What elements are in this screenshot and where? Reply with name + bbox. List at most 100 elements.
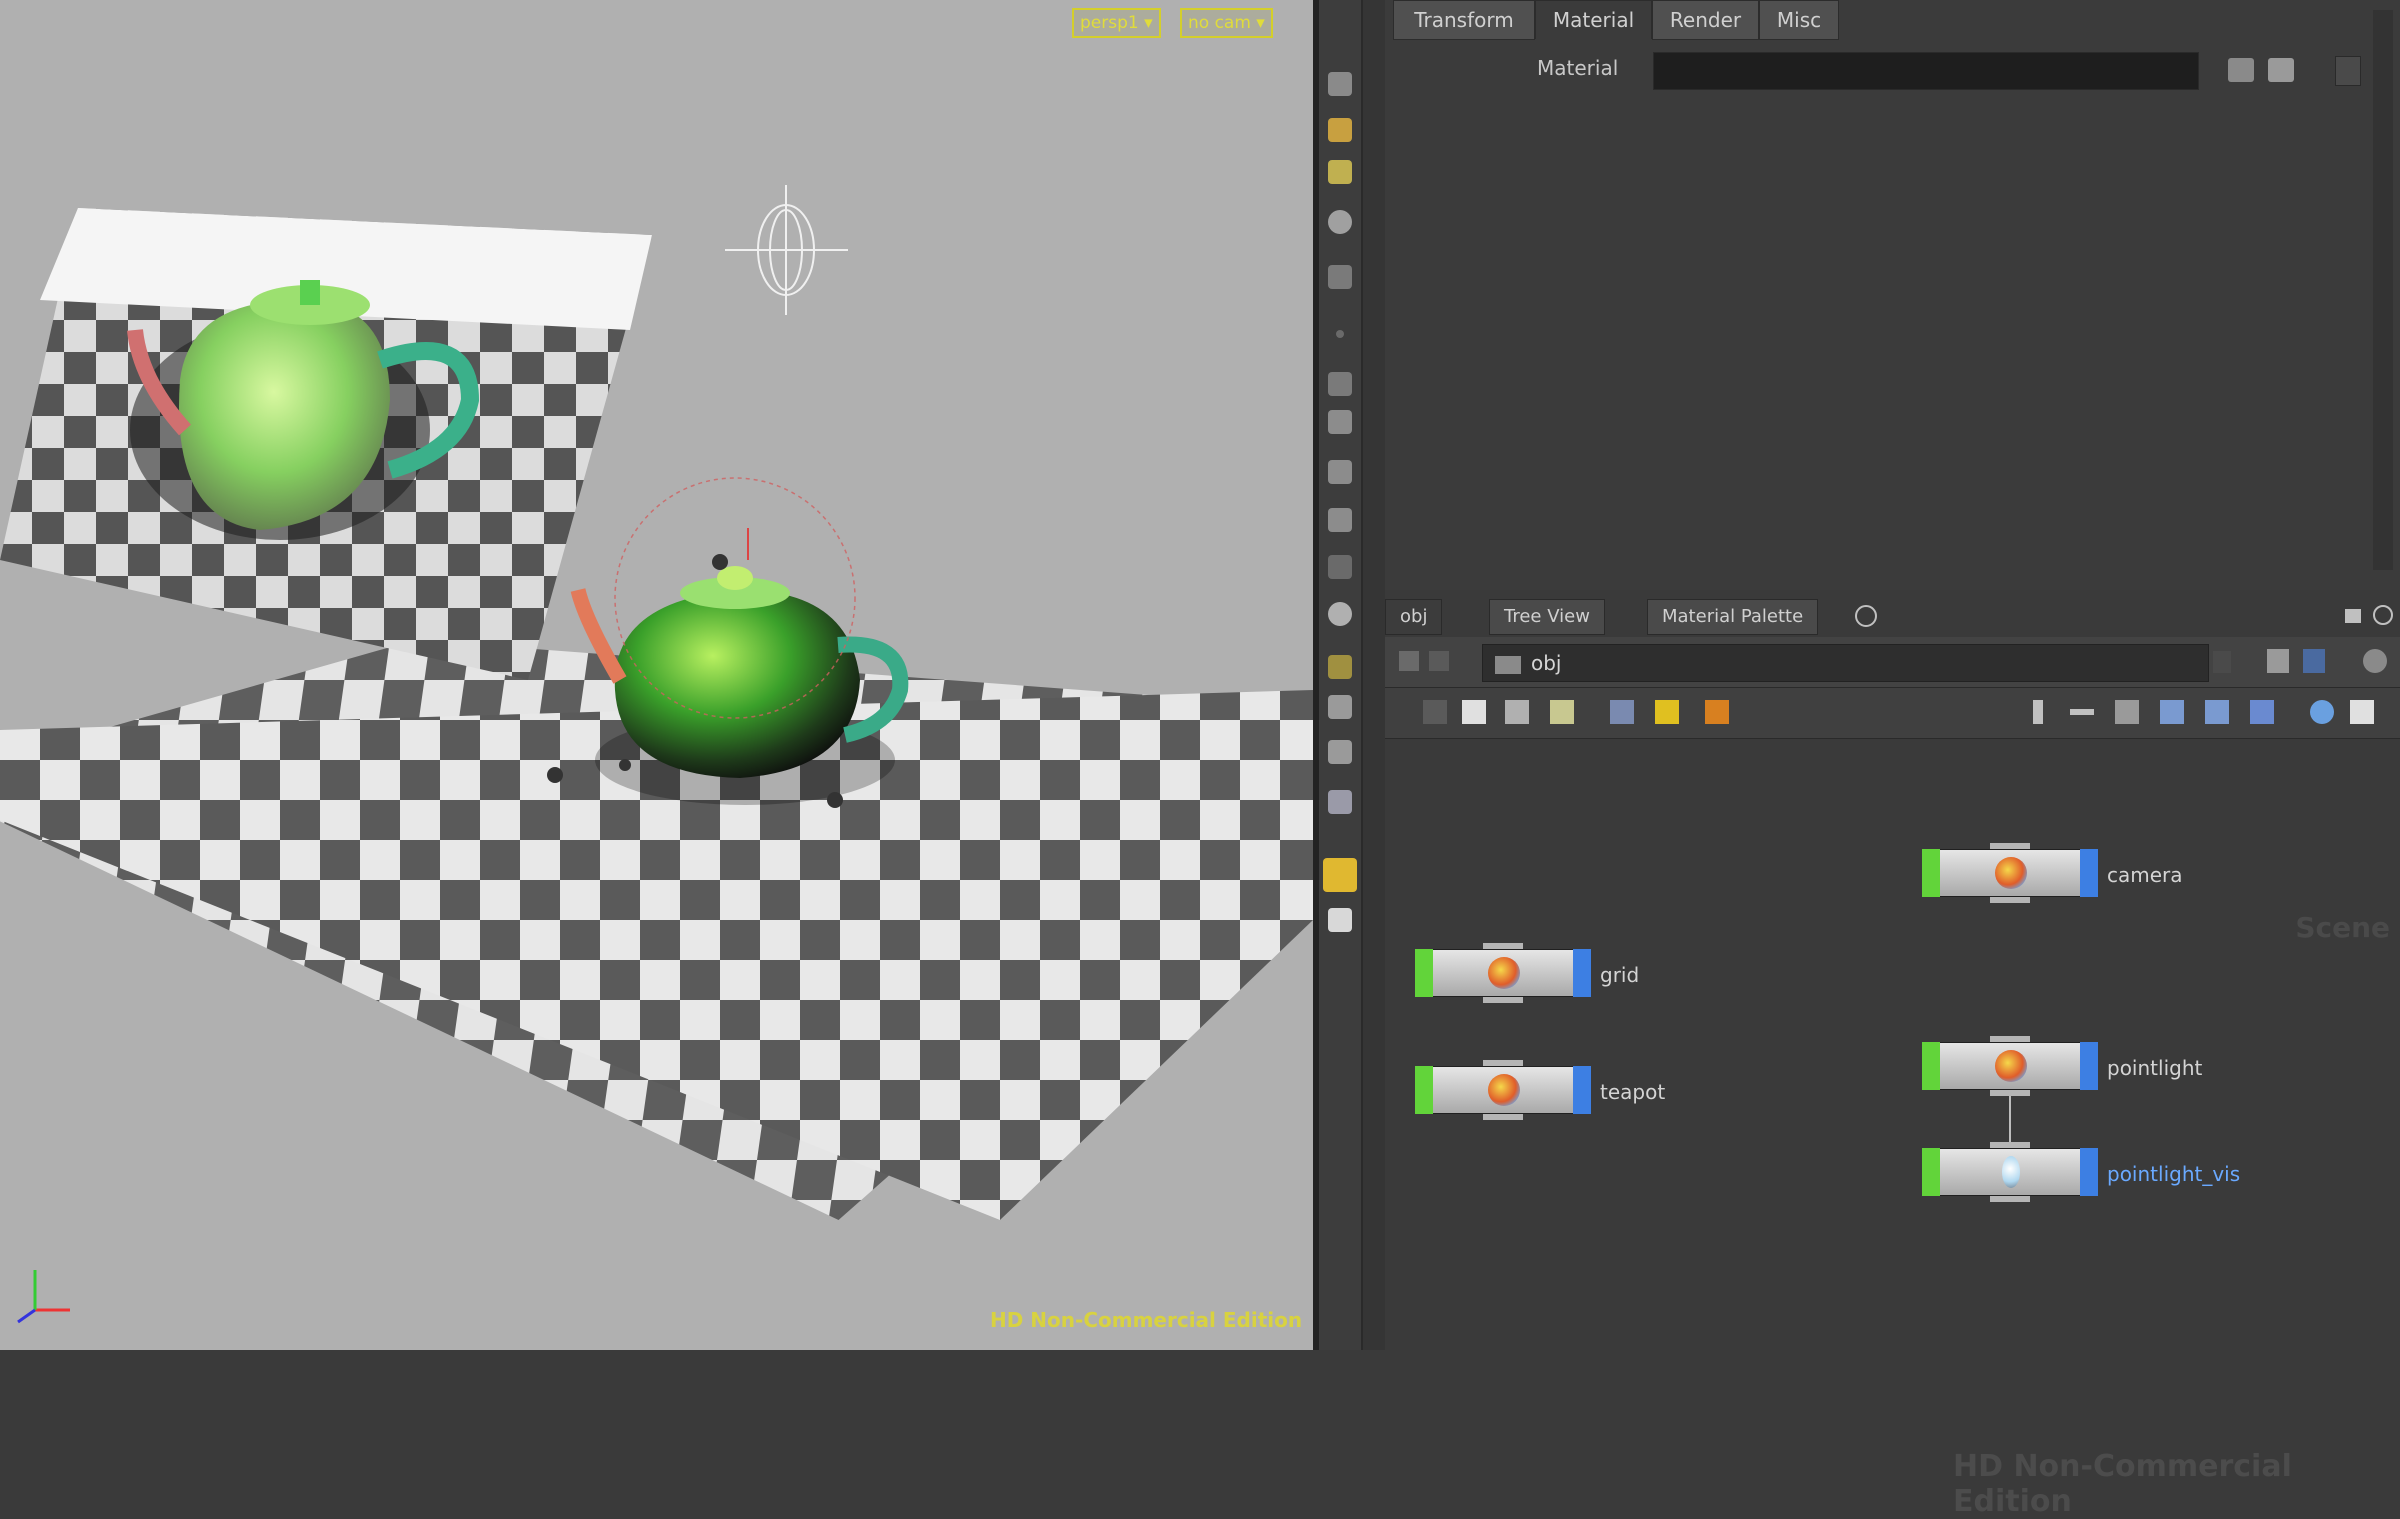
network-watermark: HD Non-Commercial Edition <box>1953 1449 2292 1519</box>
display-flag[interactable] <box>2080 1148 2098 1196</box>
node-grid[interactable] <box>1415 943 1591 1003</box>
handle-tool-icon[interactable] <box>1328 410 1352 434</box>
network-editor-canvas[interactable]: Scene camera grid pointlight teapot poin… <box>1385 739 2400 1519</box>
scale-tool-icon[interactable] <box>1328 265 1352 289</box>
add-tab-icon[interactable] <box>1855 605 1877 627</box>
display-flag[interactable] <box>2080 849 2098 897</box>
frame-all-icon[interactable] <box>2350 700 2374 724</box>
bypass-flag[interactable] <box>1922 1148 1940 1196</box>
stamp-tool-icon[interactable] <box>1328 695 1352 719</box>
cam-select-button[interactable]: no cam ▾ <box>1180 8 1273 38</box>
axis-gizmo-icon <box>17 1270 70 1324</box>
params-scrollbar[interactable] <box>2373 10 2393 570</box>
node-pointlight[interactable] <box>1922 1036 2098 1096</box>
obj-context-icon <box>1495 655 1521 674</box>
gear-icon[interactable] <box>2335 56 2361 86</box>
rotate-tool-icon[interactable] <box>1328 210 1352 234</box>
object-node-icon <box>1488 957 1520 989</box>
node-output-connector[interactable] <box>1990 1196 2030 1202</box>
pointlight-icon[interactable] <box>725 185 848 315</box>
comment-tool-icon[interactable] <box>1328 740 1352 764</box>
tab-render[interactable]: Render <box>1652 0 1759 40</box>
light-link-icon[interactable] <box>1328 602 1352 626</box>
flag-icon[interactable] <box>1610 700 1634 724</box>
bypass-flag[interactable] <box>1415 1066 1433 1114</box>
search-icon[interactable] <box>2310 700 2334 724</box>
align-horizontal-icon[interactable] <box>2070 709 2094 715</box>
snap-tool-icon[interactable] <box>1336 330 1344 338</box>
dot-icon[interactable] <box>1705 700 1729 724</box>
tab-misc[interactable]: Misc <box>1759 0 1839 40</box>
sticky-note-icon[interactable] <box>1655 700 1679 724</box>
material-field[interactable] <box>1653 52 2199 90</box>
display-flag[interactable] <box>1573 949 1591 997</box>
pin-icon[interactable] <box>2267 649 2289 673</box>
camera-menu-button[interactable]: persp1 ▾ <box>1072 8 1161 38</box>
jump-to-operator-icon[interactable] <box>2228 58 2254 82</box>
node-output-connector[interactable] <box>1483 997 1523 1003</box>
pose-tool-icon[interactable] <box>1328 372 1352 396</box>
node-pointlight-vis[interactable] <box>1922 1142 2098 1202</box>
object-node-icon <box>1488 1074 1520 1106</box>
scene-viewport[interactable]: persp1 ▾ no cam ▾ HD Non-Commercial Edit… <box>0 0 1313 1350</box>
node-label-pointlight-vis[interactable]: pointlight_vis <box>2107 1162 2240 1186</box>
viewport-tool-shelf <box>1319 0 1363 1350</box>
network-path-field[interactable]: obj <box>1482 644 2209 682</box>
network-gear-icon[interactable] <box>2363 649 2387 673</box>
material-label: Material <box>1537 56 1619 80</box>
node-teapot[interactable] <box>1415 1060 1591 1120</box>
node-output-connector[interactable] <box>1990 897 2030 903</box>
tab-material-palette[interactable]: Material Palette <box>1647 599 1819 635</box>
grid-toggle-icon[interactable] <box>1323 858 1357 892</box>
node-label-camera[interactable]: camera <box>2107 863 2183 887</box>
pane-settings-icon[interactable] <box>2373 605 2393 625</box>
wire-style-icon[interactable] <box>2160 700 2184 724</box>
teapot-object[interactable] <box>547 477 909 808</box>
display-flag[interactable] <box>2080 1042 2098 1090</box>
node-wire[interactable] <box>2009 1096 2011 1148</box>
bypass-flag[interactable] <box>1922 1042 1940 1090</box>
sculpt-tool-icon[interactable] <box>1328 508 1352 532</box>
sticky-icon[interactable] <box>1550 700 1574 724</box>
tab-material[interactable]: Material <box>1535 0 1652 39</box>
bypass-flag[interactable] <box>1415 949 1433 997</box>
object-node-icon <box>1995 1050 2027 1082</box>
path-bar: obj <box>1385 637 2400 688</box>
node-label-pointlight[interactable]: pointlight <box>2107 1056 2202 1080</box>
tab-transform[interactable]: Transform <box>1393 0 1535 40</box>
parameter-pane: Transform Material Render Misc Material <box>1385 0 2400 590</box>
snapshot-tool-icon[interactable] <box>1328 790 1352 814</box>
camera-tool-icon[interactable] <box>1328 908 1352 932</box>
link-icon[interactable] <box>2303 649 2325 673</box>
forward-arrow-icon[interactable] <box>1429 651 1449 671</box>
maximize-pane-icon[interactable] <box>2345 609 2361 623</box>
back-arrow-icon[interactable] <box>1399 651 1419 671</box>
display-flag[interactable] <box>1573 1066 1591 1114</box>
tree-layout-icon[interactable] <box>2115 700 2139 724</box>
context-label: Scene <box>2295 911 2390 944</box>
object-node-icon <box>1995 857 2027 889</box>
list-view-icon[interactable] <box>2205 700 2229 724</box>
view-tool-icon[interactable] <box>1328 118 1352 142</box>
layout-vertical-icon[interactable] <box>2033 700 2043 724</box>
tab-tree-view[interactable]: Tree View <box>1489 599 1605 635</box>
path-dropdown-icon[interactable] <box>2213 651 2231 673</box>
note-icon[interactable] <box>1462 700 1486 724</box>
list-mode-icon[interactable] <box>1423 700 1447 724</box>
node-camera[interactable] <box>1922 843 2098 903</box>
tab-obj[interactable]: obj <box>1385 599 1443 635</box>
move-tool-icon[interactable] <box>1328 160 1352 184</box>
render-region-icon[interactable] <box>1328 555 1352 579</box>
select-tool-icon[interactable] <box>1328 72 1352 96</box>
viewport-canvas[interactable] <box>0 0 1313 1350</box>
peak-tool-icon[interactable] <box>1328 655 1352 679</box>
node-label-teapot[interactable]: teapot <box>1600 1080 1665 1104</box>
network-toolbar <box>1385 688 2400 739</box>
network-box-icon[interactable] <box>1505 700 1529 724</box>
bypass-flag[interactable] <box>1922 849 1940 897</box>
node-output-connector[interactable] <box>1483 1114 1523 1120</box>
node-label-grid[interactable]: grid <box>1600 963 1639 987</box>
paint-tool-icon[interactable] <box>1328 460 1352 484</box>
choose-operator-icon[interactable] <box>2268 58 2294 82</box>
grid-view-icon[interactable] <box>2250 700 2274 724</box>
